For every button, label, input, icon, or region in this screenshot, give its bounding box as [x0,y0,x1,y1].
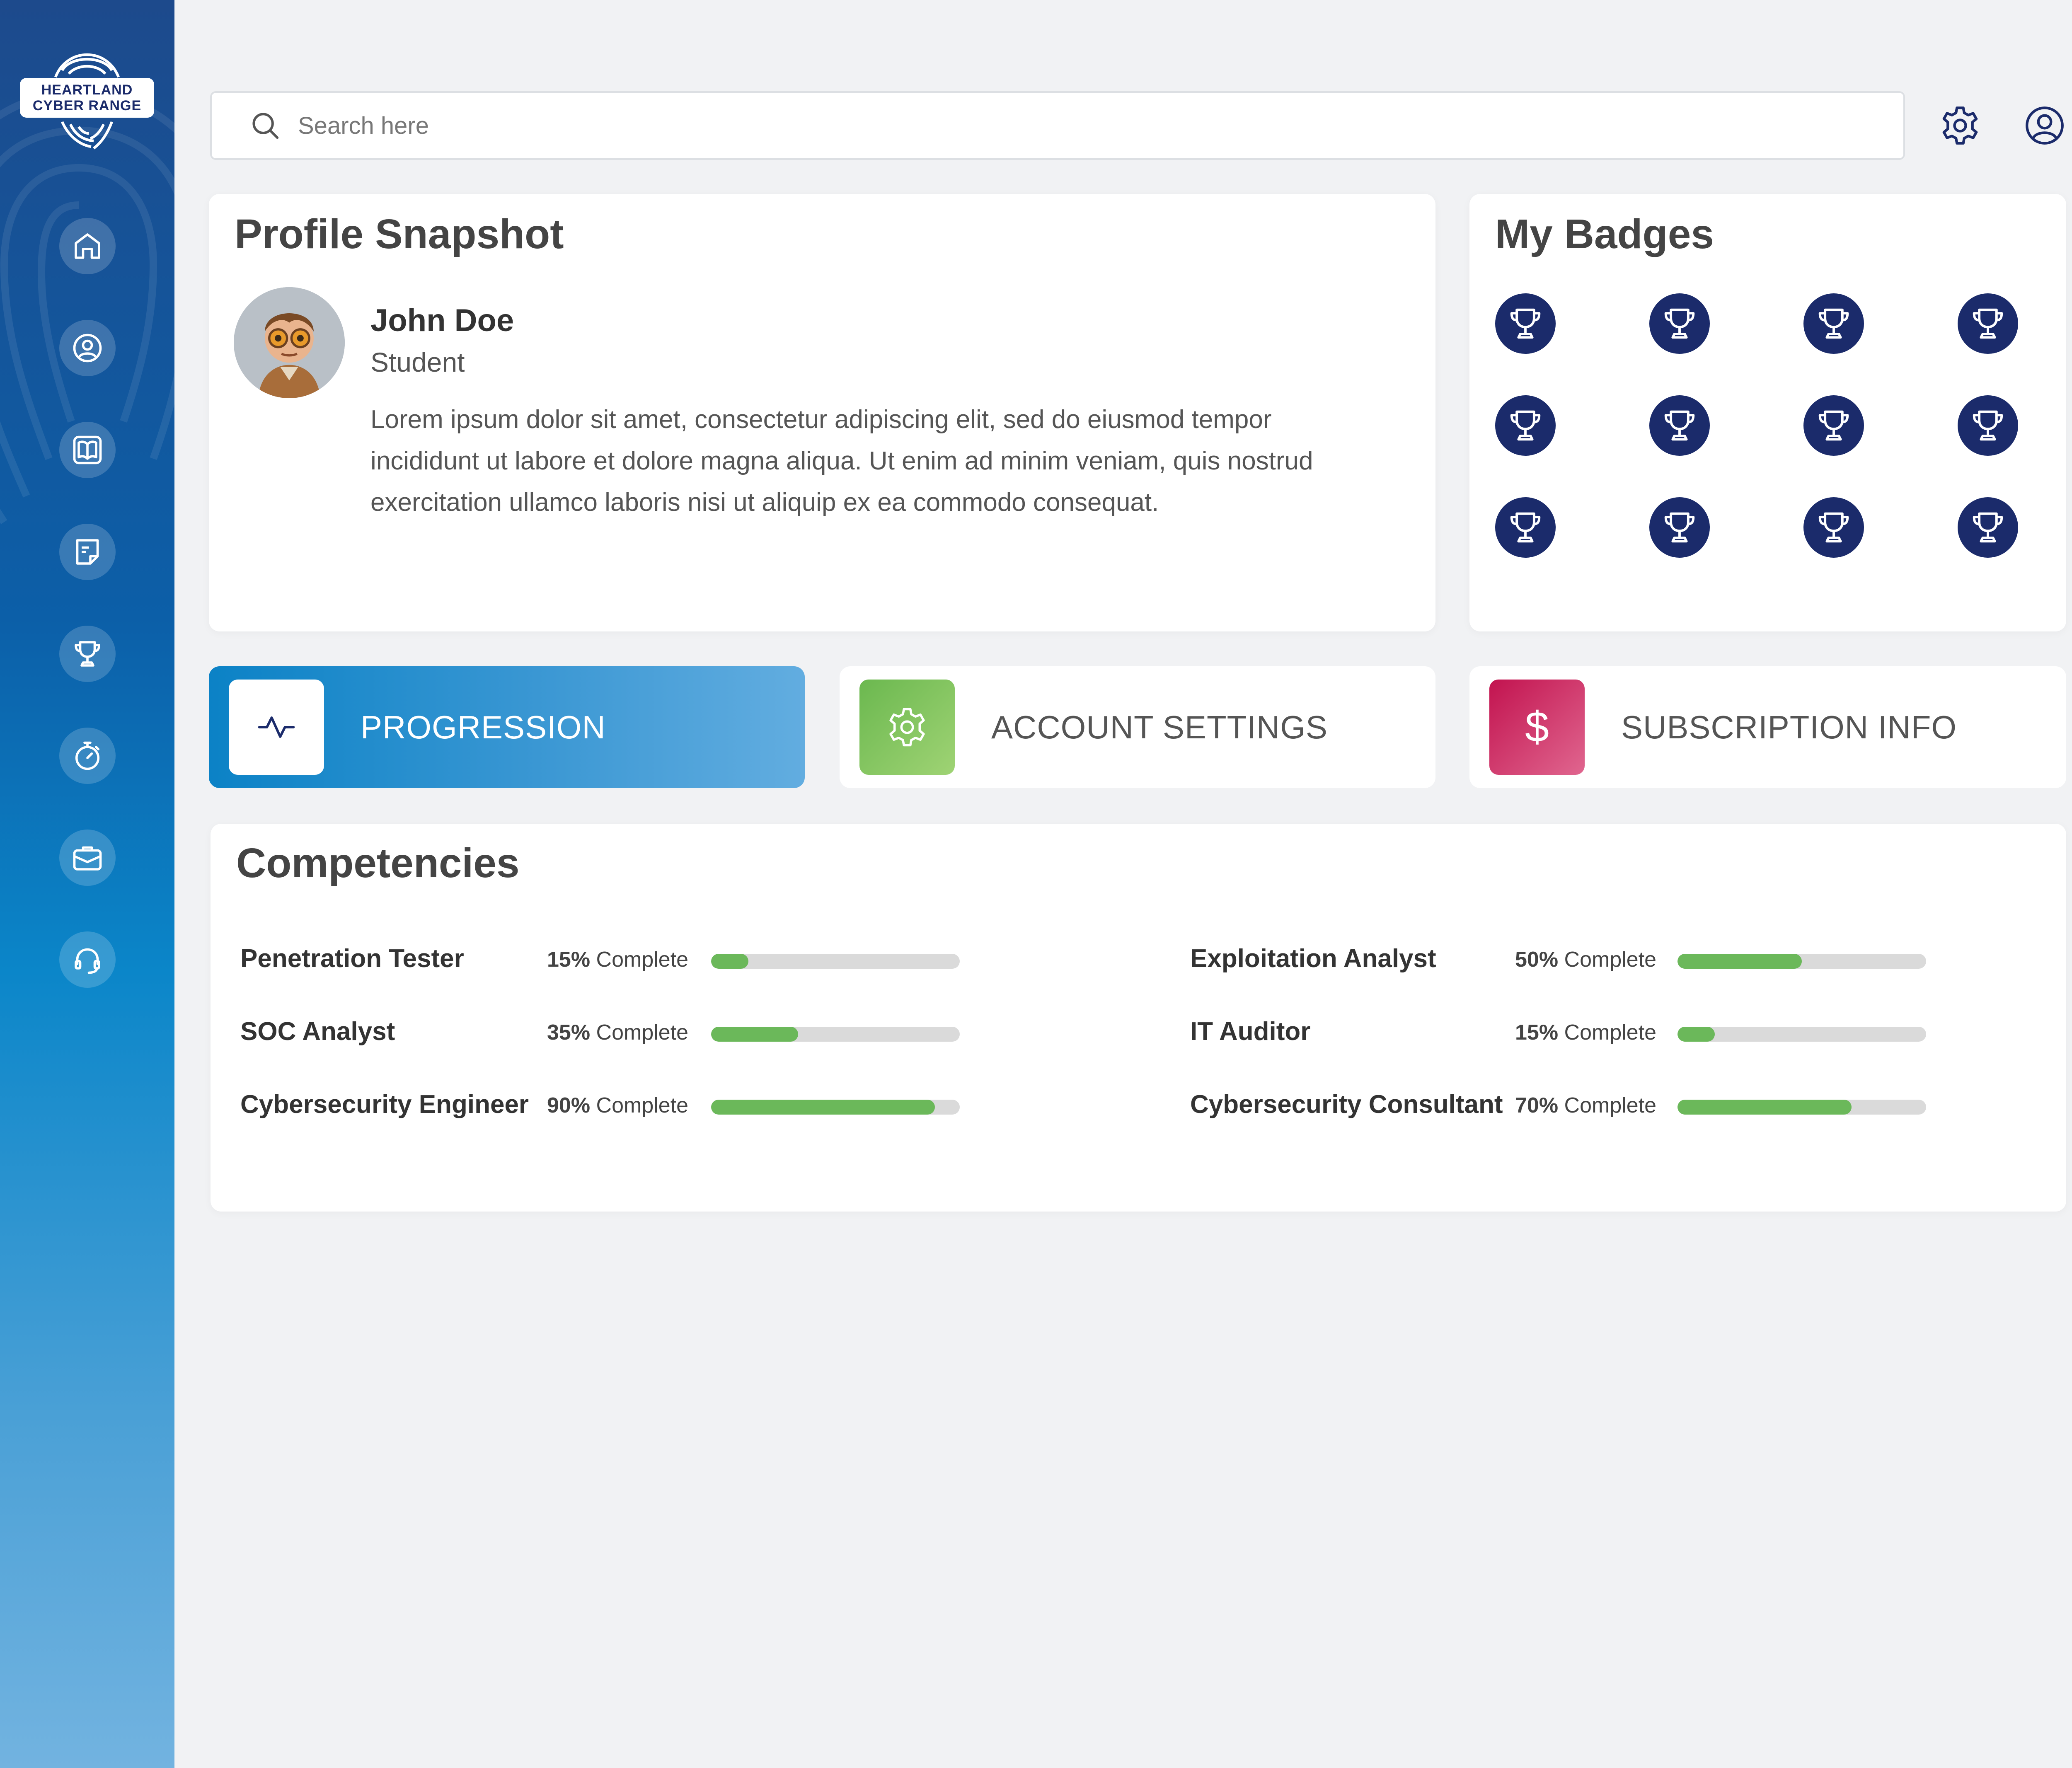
sidebar: HEARTLAND CYBER RANGE [0,0,174,1768]
sidebar-item-timer[interactable] [59,728,116,784]
competency-label: Cybersecurity Engineer [240,1090,529,1119]
competencies-title: Competencies [236,840,520,886]
competency-percent: 15% Complete [1515,1021,1657,1045]
my-badges-title: My Badges [1495,211,1714,257]
competency-progress-bar [1677,954,1926,969]
competency-progress-fill [1677,1100,1852,1115]
user-circle-icon [73,334,102,363]
badge-item[interactable] [1649,395,1710,456]
document-icon [76,539,99,565]
search-icon [252,113,279,139]
sidebar-item-profile[interactable] [59,320,116,376]
briefcase-icon [73,846,102,871]
badge-item[interactable] [1495,395,1556,456]
book-icon [73,435,102,464]
badge-item[interactable] [1649,497,1710,558]
badge-item[interactable] [1495,293,1556,354]
stopwatch-icon [75,741,100,770]
trophy-icon [1818,308,1849,339]
competency-percent: 50% Complete [1515,948,1657,972]
subscription-info-label: SUBSCRIPTION INFO [1621,709,1957,745]
profile-name: John Doe [370,303,514,338]
competency-label: Exploitation Analyst [1190,944,1436,973]
competencies-card: Competencies Penetration Tester 15% Compl… [211,824,2066,1212]
gear-icon [1942,106,1978,145]
competency-progress-bar [711,1100,960,1115]
trophy-icon [1973,410,2003,441]
competency-percent: 15% Complete [547,948,689,972]
badge-item[interactable] [1958,497,2018,558]
trophy-icon [75,641,100,667]
brand-logo[interactable]: HEARTLAND CYBER RANGE [17,46,157,153]
trophy-icon [1973,308,2003,339]
profile-snapshot-card: Profile Snapshot John Doe Student Lorem … [209,194,1435,631]
sidebar-item-badges[interactable] [59,626,116,682]
trophy-icon [1510,308,1541,339]
search-bar[interactable] [210,91,1905,160]
competency-label: Penetration Tester [240,944,464,973]
competency-progress-bar [1677,1100,1926,1115]
activity-pulse-icon [258,716,295,738]
competency-percent: 90% Complete [547,1093,689,1117]
sidebar-item-home[interactable] [59,218,116,274]
home-icon [75,233,100,259]
profile-role: Student [370,347,465,377]
trophy-icon [1510,512,1541,543]
trophy-icon [1664,512,1695,543]
trophy-icon [1973,512,2003,543]
competency-label: SOC Analyst [240,1017,395,1046]
user-circle-icon [2026,106,2064,145]
profile-bio: Lorem ipsum dolor sit amet, consectetur … [370,405,1313,517]
progression-label: PROGRESSION [361,709,606,745]
headset-icon [75,948,100,974]
profile-snapshot-title: Profile Snapshot [235,211,564,257]
competency-progress-fill [711,954,748,969]
brand-line1: HEARTLAND [41,82,133,98]
trophy-icon [1664,308,1695,339]
badge-item[interactable] [1803,395,1864,456]
avatar[interactable] [234,287,345,398]
competency-label: Cybersecurity Consultant [1190,1090,1503,1119]
trophy-icon [1818,410,1849,441]
account-settings-tile[interactable]: ACCOUNT SETTINGS [840,666,1435,788]
badge-item[interactable] [1803,497,1864,558]
trophy-icon [1664,410,1695,441]
brand-wordmark: HEARTLAND CYBER RANGE [20,78,154,118]
account-settings-label: ACCOUNT SETTINGS [991,709,1328,745]
trophy-icon [1818,512,1849,543]
account-settings-icon-box [859,680,955,775]
competency-progress-bar [711,1027,960,1042]
competency-progress-fill [1677,1027,1715,1042]
sidebar-item-courses[interactable] [59,422,116,478]
competency-label: IT Auditor [1190,1017,1311,1046]
badge-item[interactable] [1803,293,1864,354]
competency-progress-bar [711,954,960,969]
badge-item[interactable] [1958,293,2018,354]
sidebar-item-support[interactable] [59,931,116,988]
dollar-icon: $ [1525,703,1549,751]
badge-item[interactable] [1958,395,2018,456]
competency-progress-fill [711,1100,935,1115]
brand-line2: CYBER RANGE [32,98,142,114]
badge-item[interactable] [1649,293,1710,354]
competency-progress-fill [1677,954,1802,969]
sidebar-item-notes[interactable] [59,524,116,580]
badge-item[interactable] [1495,497,1556,558]
search-input[interactable] [298,111,1790,140]
progression-icon-box [229,680,324,775]
account-button[interactable] [2021,102,2069,150]
subscription-info-tile[interactable]: $ SUBSCRIPTION INFO [1469,666,2066,788]
subscription-icon-box: $ [1489,680,1585,775]
my-badges-card: My Badges [1469,194,2066,631]
competency-progress-fill [711,1027,798,1042]
gear-icon [889,708,925,747]
progression-tile[interactable]: PROGRESSION [209,666,805,788]
competency-percent: 35% Complete [547,1021,689,1045]
sidebar-item-jobs[interactable] [59,830,116,886]
competency-progress-bar [1677,1027,1926,1042]
competency-percent: 70% Complete [1515,1093,1657,1117]
settings-button[interactable] [1936,102,1984,150]
avatar-image-icon [234,287,345,398]
trophy-icon [1510,410,1541,441]
